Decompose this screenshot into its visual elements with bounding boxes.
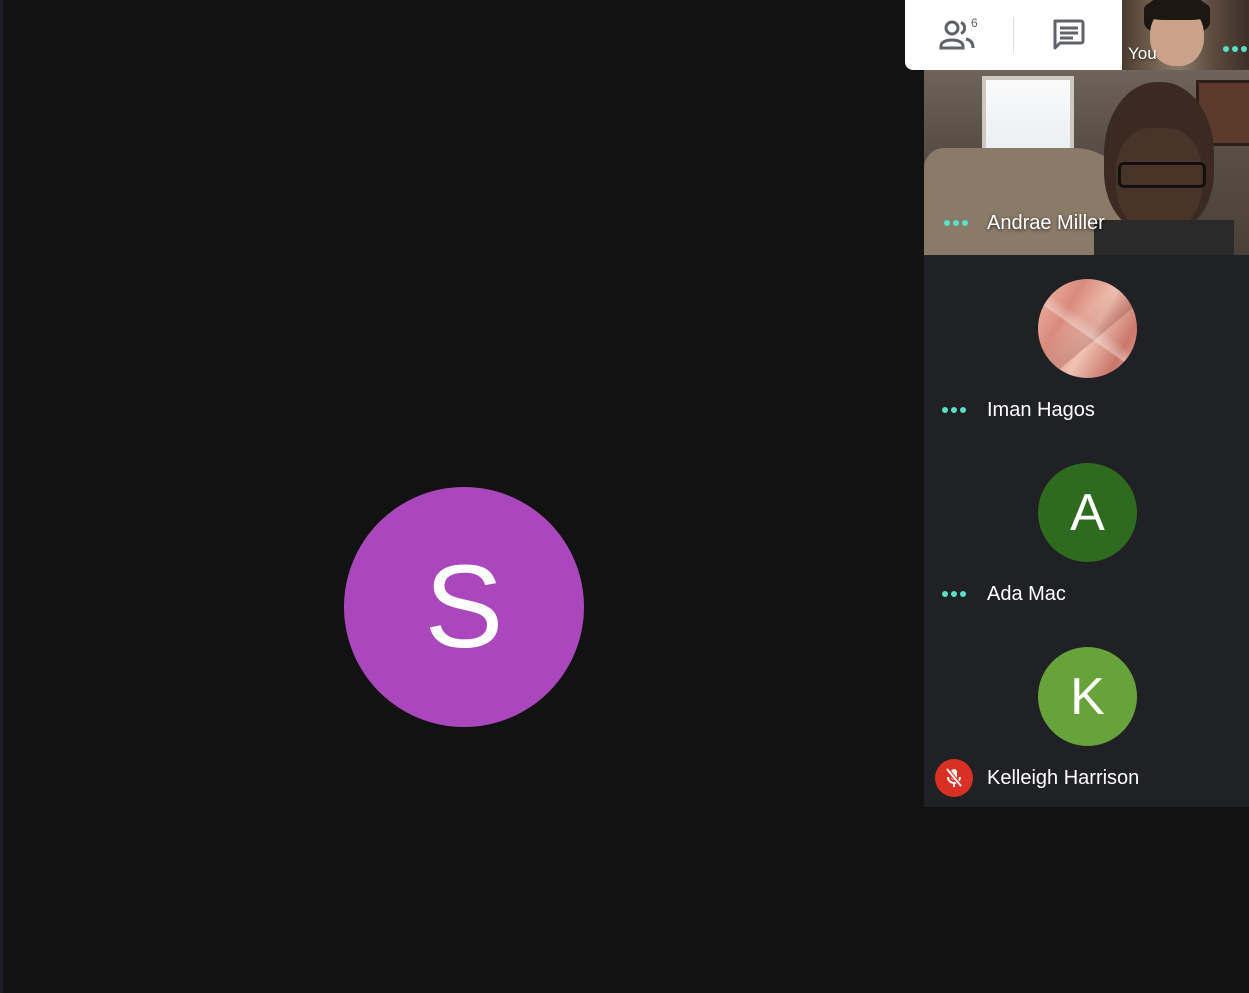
indicator-slot bbox=[924, 407, 984, 413]
participant-name: Andrae Miller bbox=[987, 211, 1105, 234]
avatar-initial: A bbox=[1038, 463, 1137, 562]
participant-name-row: Ada Mac bbox=[924, 579, 1249, 609]
indicator-slot bbox=[924, 220, 988, 226]
participant-tile-kelleigh-harrison[interactable]: K Kelleigh Harrison bbox=[924, 623, 1249, 807]
more-dots-icon[interactable] bbox=[942, 591, 966, 597]
participant-name-row: Andrae Miller bbox=[924, 208, 1249, 238]
meeting-stage: S 6 You Andrae Miller Iman Hagos A Ada M… bbox=[0, 0, 1249, 993]
self-video-tile[interactable]: You bbox=[1122, 0, 1249, 70]
avatar-image bbox=[1038, 279, 1137, 378]
mic-off-glyph bbox=[945, 767, 963, 788]
participant-name: Kelleigh Harrison bbox=[987, 766, 1140, 789]
main-speaker-avatar: S bbox=[344, 487, 584, 727]
participant-tile-iman-hagos[interactable]: Iman Hagos bbox=[924, 255, 1249, 439]
indicator-slot bbox=[924, 591, 984, 597]
more-dots-icon[interactable] bbox=[944, 220, 968, 226]
chat-button[interactable] bbox=[1014, 0, 1122, 70]
chat-icon bbox=[1053, 19, 1085, 50]
people-button[interactable]: 6 bbox=[905, 0, 1013, 70]
left-edge-divider bbox=[0, 0, 3, 993]
more-dots-icon[interactable] bbox=[1223, 46, 1247, 52]
participant-name-row: Kelleigh Harrison bbox=[924, 759, 1249, 797]
indicator-slot bbox=[924, 759, 984, 797]
mic-off-icon[interactable] bbox=[935, 759, 973, 797]
self-video-fringe bbox=[1144, 0, 1210, 20]
participant-name-row: Iman Hagos bbox=[924, 395, 1249, 425]
top-controls-panel: 6 bbox=[905, 0, 1122, 70]
video-person-glasses bbox=[1118, 162, 1206, 188]
avatar-initial: K bbox=[1038, 647, 1137, 746]
participant-name: Ada Mac bbox=[987, 582, 1066, 605]
people-count-badge: 6 bbox=[971, 16, 978, 30]
participant-tile-andrae-miller[interactable]: Andrae Miller bbox=[924, 70, 1249, 255]
more-dots-icon[interactable] bbox=[942, 407, 966, 413]
participant-name: Iman Hagos bbox=[987, 398, 1095, 421]
participant-tile-ada-mac[interactable]: A Ada Mac bbox=[924, 439, 1249, 623]
self-label: You bbox=[1128, 44, 1157, 63]
